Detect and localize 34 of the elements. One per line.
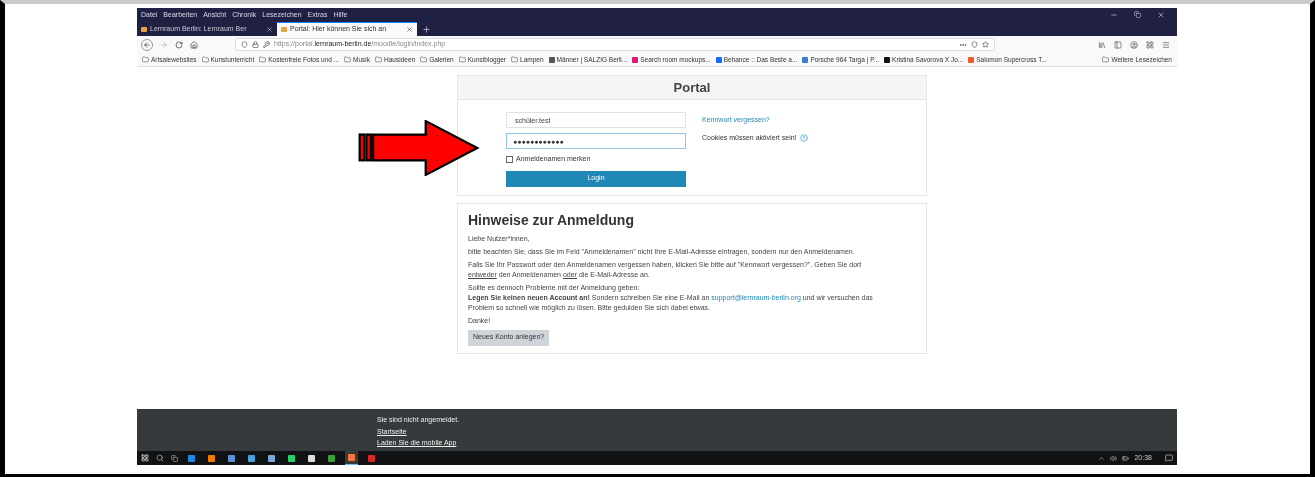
library-icon[interactable] (1098, 40, 1106, 49)
folder-icon (375, 56, 383, 63)
shield-icon (241, 41, 248, 48)
speaker-icon[interactable] (1110, 454, 1118, 462)
folder-icon (142, 56, 149, 63)
chevron-up-icon[interactable] (1098, 454, 1106, 462)
checkbox[interactable] (506, 155, 513, 163)
restore-icon[interactable] (1134, 11, 1141, 19)
reload-icon[interactable] (175, 40, 183, 49)
minimize-icon[interactable] (1110, 11, 1118, 19)
sidebar-icon[interactable] (1114, 40, 1122, 49)
folder-icon (259, 56, 267, 63)
folder-icon (201, 56, 209, 63)
close-icon[interactable] (406, 26, 413, 33)
new-tab-icon[interactable] (422, 24, 431, 34)
start-icon[interactable] (141, 454, 149, 462)
battery-icon[interactable] (1122, 454, 1130, 462)
task-view-icon[interactable] (171, 454, 178, 462)
home-icon[interactable] (190, 40, 198, 49)
extension-icon[interactable] (1146, 40, 1154, 49)
folder-icon (1102, 56, 1110, 63)
notification-icon[interactable] (1165, 454, 1173, 462)
folder-icon (344, 56, 352, 63)
folder-icon (420, 56, 428, 63)
key-icon (263, 41, 270, 48)
lock-icon (252, 41, 259, 48)
folder-icon (511, 56, 519, 63)
bookmark-star-icon[interactable] (982, 40, 989, 49)
folder-icon (458, 56, 466, 63)
search-icon[interactable] (156, 454, 164, 462)
card-title: Portal (673, 78, 711, 97)
notes-heading: Hinweise zur Anmeldung (468, 210, 634, 230)
account-icon[interactable] (1130, 40, 1138, 49)
menu-icon[interactable] (1162, 40, 1170, 49)
